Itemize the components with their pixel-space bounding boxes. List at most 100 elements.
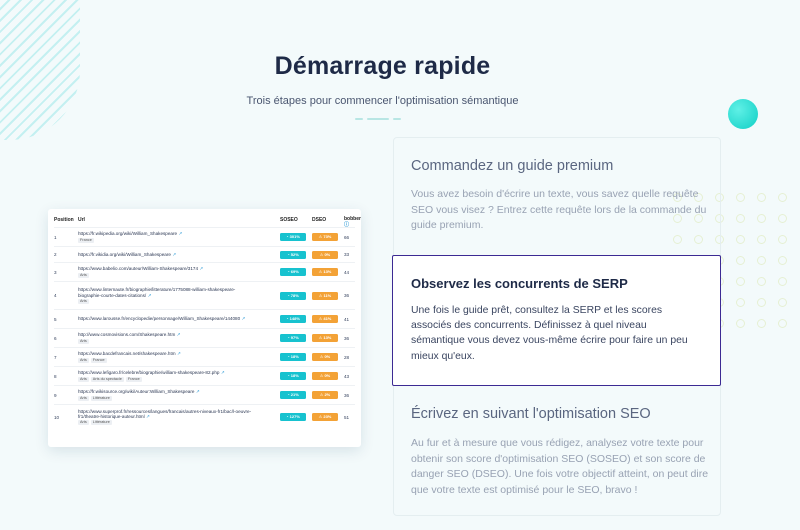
external-link-icon[interactable]: ↗	[194, 389, 200, 394]
category-tag: France	[78, 237, 94, 243]
external-link-icon[interactable]: ↗	[145, 414, 150, 419]
row-url-link[interactable]: https://www.bacdefrancais.net/shakespear…	[78, 351, 280, 356]
decorative-dot	[778, 319, 787, 328]
dseo-value: 13%	[323, 335, 332, 340]
dseo-score-badge: ⚠ 0%	[312, 372, 338, 380]
table-row: 10 https://www.superprof.fr/ressources/la…	[54, 404, 355, 429]
row-url-link[interactable]: https://fr.vikidia.org/wiki/William_Shak…	[78, 252, 280, 257]
row-bobber: 36	[344, 392, 350, 398]
serp-screenshot: Position Url SOSEO DSEO bobber ⓘ 1 https:…	[48, 209, 361, 447]
row-url-link[interactable]: https://www.larousse.fr/encyclopedie/per…	[78, 316, 280, 321]
step-title: Écrivez en suivant l'optimisation SEO	[411, 406, 651, 422]
external-link-icon[interactable]: ↗	[171, 252, 176, 257]
table-header: Position Url SOSEO DSEO bobber ⓘ	[54, 213, 361, 227]
soseo-value: 301%	[289, 234, 300, 239]
page-subtitle: Trois étapes pour commencer l'optimisati…	[246, 95, 519, 107]
category-tag: France	[125, 376, 142, 382]
row-url-link[interactable]: https://www.lefigaro.fr/celebre/biograph…	[78, 370, 280, 375]
row-url-cell: https://fr.wikipedia.org/wiki/William_Sh…	[78, 231, 280, 243]
decorative-dot	[736, 214, 745, 223]
row-position: 6	[54, 335, 57, 341]
dseo-score-badge: ⚠ 2%	[312, 391, 338, 399]
external-link-icon[interactable]: ↗	[219, 370, 225, 375]
row-url-text: https://fr.wikisource.org/wiki/Auteur:Wi…	[78, 389, 195, 395]
decorative-dot	[778, 235, 787, 244]
table-body: 1 https://fr.wikipedia.org/wiki/William_S…	[54, 227, 355, 429]
dseo-value: 0%	[324, 354, 331, 359]
row-url-text: https://www.linternaute.fr/biographie/li…	[78, 287, 236, 293]
row-dseo-cell: ⚠ 0%	[312, 372, 344, 380]
decorative-dot	[736, 277, 745, 286]
dseo-score-badge: ⚠ 0%	[312, 353, 338, 361]
soseo-score-badge: ◔ 148%	[280, 315, 306, 323]
external-link-icon[interactable]: ↗	[146, 293, 151, 298]
dseo-value: 2%	[324, 392, 331, 397]
row-url-link[interactable]: https://www.linternaute.fr/biographie/li…	[78, 287, 280, 298]
category-tag: Littérature	[90, 395, 112, 401]
category-tag: Arts	[78, 357, 89, 363]
dseo-score-badge: ⚠ 13%	[312, 268, 338, 276]
row-dseo-cell: ⚠ 41%	[312, 315, 344, 323]
external-link-icon[interactable]: ↗	[175, 332, 181, 337]
row-tags: Arts	[78, 272, 280, 278]
external-link-icon[interactable]: ↗	[176, 351, 181, 356]
row-url-link[interactable]: https://fr.wikisource.org/wiki/Auteur:Wi…	[78, 389, 280, 394]
row-soseo-cell: ◔ 97%	[280, 334, 312, 342]
row-url-cell: https://fr.vikidia.org/wiki/William_Shak…	[78, 252, 280, 257]
row-soseo-cell: ◔ 52%	[280, 250, 312, 259]
row-bobber: 43	[344, 373, 350, 379]
row-tags: Arts Littérature	[78, 420, 280, 426]
section-header: Démarrage rapide Trois étapes pour comme…	[0, 52, 765, 107]
decorative-dot	[778, 214, 787, 223]
row-tags: Arts	[78, 338, 280, 344]
external-link-icon[interactable]: ↗	[240, 316, 245, 321]
col-bobber: bobber ⓘ	[344, 216, 361, 228]
row-url-cell: https://www.linternaute.fr/biographie/li…	[78, 287, 280, 304]
step-title: Commandez un guide premium	[411, 158, 614, 174]
row-url-link[interactable]: http://www.cosmovisions.com/Shakespeare.…	[78, 332, 280, 337]
row-soseo-cell: ◔ 127%	[280, 413, 312, 421]
row-url-text: https://www.superprof.fr/ressources/lang…	[78, 408, 252, 414]
step-title: Observez les concurrents de SERP	[411, 276, 628, 291]
row-bobber: 33	[344, 252, 350, 257]
row-position: 9	[54, 392, 57, 398]
row-tags: Arts France	[78, 357, 280, 363]
external-link-icon[interactable]: ↗	[177, 231, 182, 236]
row-bobber: 36	[344, 335, 350, 341]
dseo-value: 11%	[323, 292, 332, 298]
decorative-dot	[736, 235, 745, 244]
step-observe-serp[interactable]: Observez les concurrents de SERP Une foi…	[392, 255, 721, 386]
row-soseo-cell: ◔ 18%	[280, 372, 312, 380]
row-url-text-cont: fr1/theatre-historique-auteur.html	[78, 414, 145, 419]
col-url: Url	[78, 217, 85, 223]
row-position: 4	[54, 293, 57, 298]
external-link-icon[interactable]: ↗	[198, 266, 203, 271]
decorative-dot	[778, 277, 787, 286]
row-url-link[interactable]: https://www.babelio.com/auteur/William-S…	[78, 266, 280, 271]
row-bobber: 41	[344, 316, 350, 322]
category-tag: Arts	[78, 338, 89, 344]
dseo-value: 0%	[324, 251, 331, 257]
soseo-score-badge: ◔ 127%	[280, 413, 306, 421]
decorative-dot	[736, 319, 745, 328]
row-soseo-cell: ◔ 78%	[280, 291, 312, 300]
row-tags: France	[78, 237, 280, 243]
category-tag: Arts	[78, 420, 89, 426]
row-url-link[interactable]: https://www.superprof.fr/ressources/lang…	[78, 409, 280, 420]
row-tags: Arts Arts du spectacle France	[78, 376, 280, 382]
row-url-cell: https://www.bacdefrancais.net/shakespear…	[78, 351, 280, 363]
row-url-link[interactable]: https://fr.wikipedia.org/wiki/William_Sh…	[78, 231, 280, 236]
row-url-text: https://fr.vikidia.org/wiki/William_Shak…	[78, 251, 171, 257]
decorative-dot	[736, 256, 745, 265]
row-url-text: https://www.larousse.fr/encyclopedie/per…	[78, 316, 241, 322]
soseo-score-badge: ◔ 97%	[280, 334, 306, 342]
soseo-value: 52%	[290, 251, 299, 257]
decorative-dot	[778, 193, 787, 202]
row-bobber: 44	[344, 269, 350, 275]
soseo-value: 18%	[290, 373, 299, 378]
row-bobber: 51	[344, 414, 350, 420]
col-position: Position	[54, 217, 74, 223]
table-row: 7 https://www.bacdefrancais.net/shakespea…	[54, 347, 355, 366]
soseo-score-badge: ◔ 18%	[280, 372, 306, 380]
row-bobber: 28	[344, 354, 350, 360]
